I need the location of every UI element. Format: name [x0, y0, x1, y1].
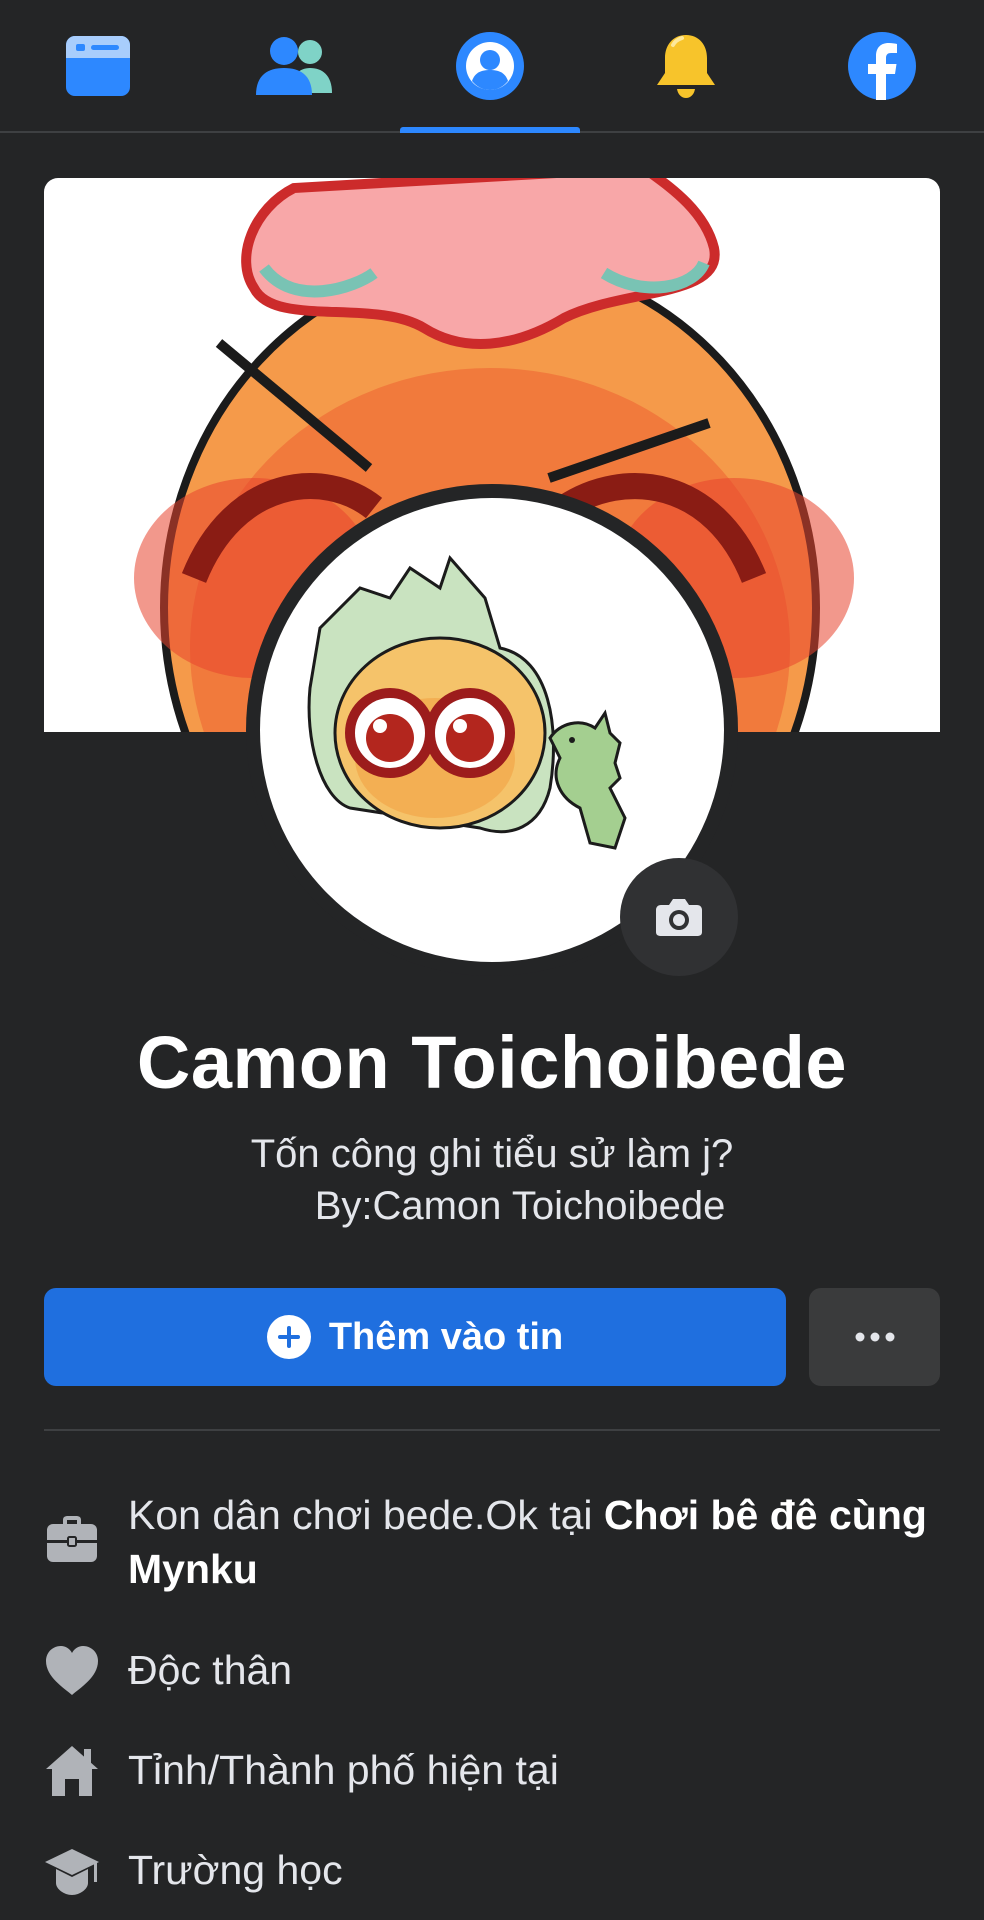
active-tab-indicator [400, 127, 580, 133]
heart-icon [46, 1646, 98, 1695]
friends-icon [256, 36, 332, 95]
avatar-camera-button[interactable] [620, 858, 738, 976]
bell-icon [657, 34, 715, 98]
camera-icon [656, 899, 702, 936]
tab-friends[interactable] [196, 0, 392, 131]
intro-work-text: Kon dân chơi bede.Ok tại Chơi bê đê cùng… [128, 1488, 940, 1596]
briefcase-icon [47, 1516, 97, 1562]
more-options-button[interactable] [809, 1288, 940, 1386]
add-to-story-label: Thêm vào tin [328, 1315, 564, 1358]
section-divider [44, 1429, 940, 1431]
current-city[interactable]: Tỉnh/Thành phố hiện tại [128, 1743, 940, 1797]
profile-icon [456, 31, 524, 100]
ellipsis-icon [855, 1332, 894, 1342]
tab-notifications[interactable] [588, 0, 784, 131]
tab-profile[interactable] [392, 0, 588, 133]
home-icon [46, 1746, 98, 1796]
profile-name: Camon Toichoibede [136, 1021, 848, 1104]
bio-line-1: Tốn công ghi tiểu sử làm j? [250, 1132, 734, 1176]
bio-line-2: By:Camon Toichoibede [314, 1184, 726, 1228]
plus-icon [266, 1315, 311, 1359]
relationship-status: Độc thân [128, 1647, 293, 1693]
facebook-logo-icon [848, 31, 916, 100]
tab-feed[interactable] [0, 0, 196, 131]
profile-bio: Tốn công ghi tiểu sử làm j? By:Camon Toi… [0, 1128, 984, 1232]
work-prefix: Kon dân chơi bede.Ok tại [128, 1492, 604, 1538]
top-navigation-bar [0, 0, 984, 133]
feed-icon [66, 35, 130, 96]
add-to-story-button[interactable]: Thêm vào tin [44, 1288, 786, 1386]
tab-menu[interactable] [784, 0, 980, 131]
graduation-cap-icon [45, 1849, 99, 1895]
education[interactable]: Trường học [128, 1843, 940, 1897]
